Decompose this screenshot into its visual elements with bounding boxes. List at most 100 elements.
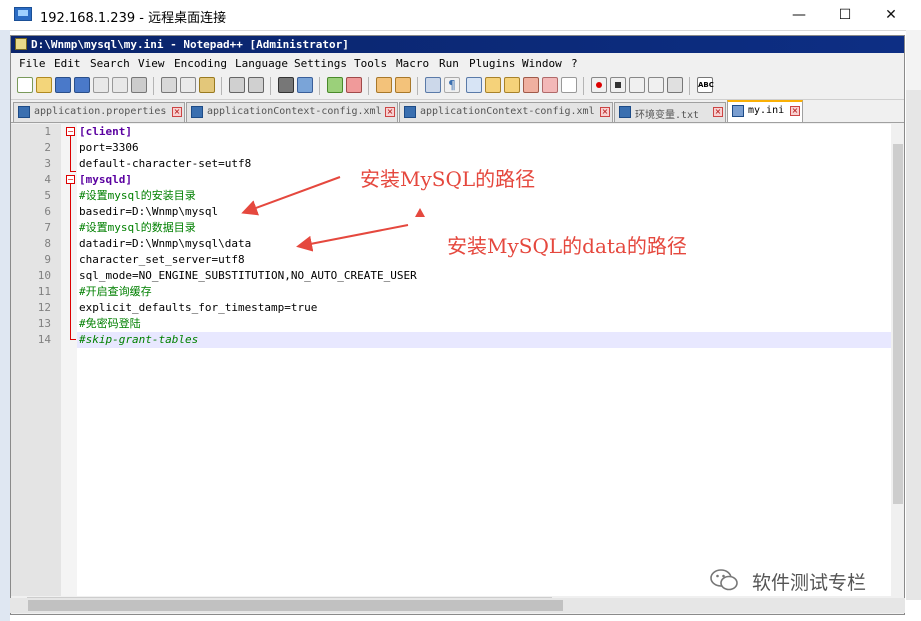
run-macro-multiple-icon[interactable] [648,77,664,93]
paste-icon[interactable] [199,77,215,93]
menu-settings[interactable]: Settings [294,57,347,70]
menu-plugins[interactable]: Plugins [469,57,515,70]
language-xml-icon[interactable] [485,77,501,93]
redo-icon[interactable] [248,77,264,93]
editor-vertical-scrollbar[interactable] [892,124,904,596]
code-line-comment[interactable]: #设置mysql的数据目录 [79,220,196,236]
code-line[interactable]: character_set_server=utf8 [79,252,245,268]
tab-applicationcontext-config-1[interactable]: applicationContext-config.xml × [186,102,398,122]
word-wrap-icon[interactable] [425,77,441,93]
toolbar: ¶ ABC [11,73,904,100]
tab-close-icon[interactable]: × [600,107,610,117]
menu-macro[interactable]: Macro [396,57,429,70]
stop-macro-icon[interactable] [610,77,626,93]
line-number: 10 [37,269,51,282]
code-line[interactable]: sql_mode=NO_ENGINE_SUBSTITUTION,NO_AUTO_… [79,268,417,284]
code-line-datadir[interactable]: datadir=D:\Wnmp\mysql\data [79,236,251,252]
menu-run[interactable]: Run [439,57,459,70]
menu-tools[interactable]: Tools [354,57,387,70]
zoom-out-icon[interactable] [346,77,362,93]
fold-toggle-icon[interactable]: − [66,127,75,136]
function-list-icon[interactable] [523,77,539,93]
line-number: 13 [37,317,51,330]
doc-map-icon[interactable] [504,77,520,93]
line-number: 7 [44,221,51,234]
remote-horizontal-scrollbar[interactable] [10,598,905,613]
tab-my-ini[interactable]: my.ini × [727,100,803,122]
save-icon[interactable] [55,77,71,93]
cut-icon[interactable] [161,77,177,93]
code-line-basedir[interactable]: basedir=D:\Wnmp\mysql [79,204,218,220]
code-line-comment[interactable]: #skip-grant-tables [79,332,198,348]
open-file-icon[interactable] [36,77,52,93]
file-icon [619,106,631,118]
record-macro-icon[interactable] [591,77,607,93]
maximize-button[interactable]: ☐ [822,0,868,30]
code-line-comment[interactable]: #开启查询缓存 [79,284,152,300]
tab-close-icon[interactable]: × [172,107,182,117]
line-number: 2 [44,141,51,154]
annotation-data-path: 安装MySQL的data的路径 [447,234,687,258]
find-icon[interactable] [278,77,294,93]
code-line-section[interactable]: [mysqld] [79,172,132,188]
code-line-comment[interactable]: #设置mysql的安装目录 [79,188,196,204]
annotation-install-path: 安装MySQL的路径 [360,167,536,191]
print-icon[interactable] [131,77,147,93]
play-macro-icon[interactable] [629,77,645,93]
menu-window[interactable]: Window [522,57,562,70]
tab-close-icon[interactable]: × [790,106,800,116]
new-file-icon[interactable] [17,77,33,93]
menu-language[interactable]: Language [235,57,288,70]
replace-icon[interactable] [297,77,313,93]
toolbar-separator [689,77,690,95]
remote-vertical-scrollbar[interactable] [906,90,921,600]
current-line-highlight [77,332,891,348]
code-line[interactable]: port=3306 [79,140,139,156]
fold-toggle-icon[interactable]: − [66,175,75,184]
file-icon [191,106,203,118]
line-number: 11 [37,285,51,298]
save-all-icon[interactable] [74,77,90,93]
menu-file[interactable]: File [19,57,46,70]
tab-application-properties[interactable]: application.properties × [13,102,185,122]
show-all-characters-icon[interactable]: ¶ [444,77,460,93]
tab-close-icon[interactable]: × [713,107,723,117]
menu-search[interactable]: Search [90,57,130,70]
close-button[interactable]: ✕ [868,0,914,30]
save-macro-icon[interactable] [667,77,683,93]
notepad-title-bar: D:\Wnmp\mysql\my.ini - Notepad++ [Admini… [11,36,904,53]
line-number: 9 [44,253,51,266]
code-line-comment[interactable]: #免密码登陆 [79,316,141,332]
folder-workspace-icon[interactable] [542,77,558,93]
scrollbar-thumb[interactable] [893,144,903,504]
sync-horizontal-icon[interactable] [395,77,411,93]
menu-view[interactable]: View [138,57,165,70]
sync-vertical-icon[interactable] [376,77,392,93]
tab-env-variables[interactable]: 环境变量.txt × [614,102,726,122]
spell-check-icon[interactable]: ABC [697,77,714,93]
zoom-in-icon[interactable] [327,77,343,93]
line-number: 12 [37,301,51,314]
fold-end [70,339,76,340]
line-number: 6 [44,205,51,218]
code-line[interactable]: default-character-set=utf8 [79,156,251,172]
fold-end [70,171,76,172]
monitoring-eye-icon[interactable] [561,77,577,93]
code-line[interactable]: explicit_defaults_for_timestamp=true [79,300,317,316]
line-number: 5 [44,189,51,202]
menu-edit[interactable]: Edit [54,57,81,70]
copy-icon[interactable] [180,77,196,93]
toolbar-separator [319,77,320,95]
menu-help[interactable]: ? [571,57,578,70]
menu-encoding[interactable]: Encoding [174,57,227,70]
tab-close-icon[interactable]: × [385,107,395,117]
close-all-icon[interactable] [112,77,128,93]
close-file-icon[interactable] [93,77,109,93]
undo-icon[interactable] [229,77,245,93]
tab-applicationcontext-config-2[interactable]: applicationContext-config.xml × [399,102,613,122]
indent-guide-icon[interactable] [466,77,482,93]
scrollbar-thumb[interactable] [28,600,563,611]
editor-area[interactable]: − − 1 2 3 4 5 6 7 8 9 10 11 12 13 14 [cl… [11,124,891,596]
code-line-section[interactable]: [client] [79,124,132,140]
minimize-button[interactable]: — [776,0,822,30]
